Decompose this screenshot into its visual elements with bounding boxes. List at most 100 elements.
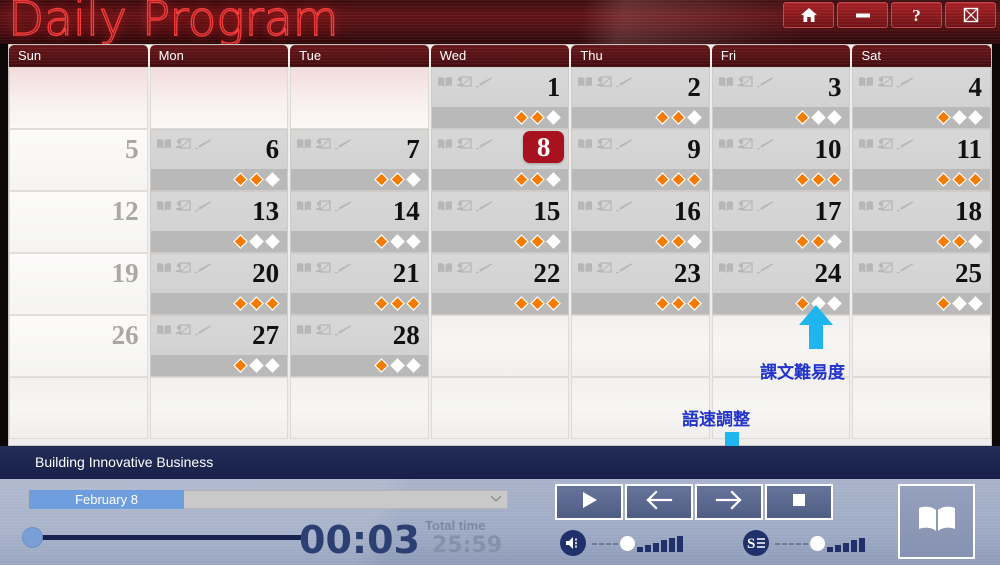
calendar-cell-2[interactable]: 2 [571,67,710,129]
presentation-icon [877,75,894,93]
slider-knob[interactable] [620,536,635,551]
calendar-day-number: 24 [814,258,842,288]
cell-icons [718,137,774,155]
diamond-filled [405,296,421,311]
play-button[interactable] [555,484,623,520]
diamond-empty [249,234,265,249]
diamond-filled [811,234,827,249]
calendar-cell-28[interactable]: 28 [290,315,429,377]
diamond-empty [546,110,562,125]
speed-text-icon[interactable]: S [743,530,769,556]
book-icon [437,75,453,93]
calendar-cell-22[interactable]: 22 [430,253,570,315]
calendar-cell-16[interactable]: 16 [571,191,710,253]
pencil-icon [194,261,212,279]
calendar-cell-3[interactable]: 3 [711,67,851,129]
calendar-cell-7[interactable]: 7 [290,129,429,191]
minimize-button[interactable] [837,2,888,28]
book-icon [437,261,453,279]
seek-knob[interactable] [22,527,43,548]
presentation-icon [596,75,612,93]
stop-icon [790,491,808,514]
close-button[interactable] [945,2,996,28]
book-icon [577,75,593,93]
calendar-cell-4[interactable]: 4 [852,67,991,129]
diamond-filled [373,172,389,187]
slider-knob[interactable] [810,536,825,551]
volume-icon[interactable] [560,530,586,556]
seek-track[interactable] [40,535,305,540]
difficulty-diamonds [233,172,281,187]
slider-dash [592,543,597,545]
calendar-week-row: 12 13 14 15 16 17 18 [9,191,991,253]
cell-icons [858,199,914,217]
pencil-icon [334,199,352,217]
calendar-cell-6[interactable]: 6 [149,129,289,191]
presentation-icon [877,199,894,217]
calendar-cell-14[interactable]: 14 [290,191,429,253]
calendar-cell-empty [149,377,289,439]
diamond-filled [233,358,249,373]
presentation-icon [737,199,753,217]
diamond-filled [514,296,530,311]
stop-button[interactable] [765,484,833,520]
presentation-icon [737,261,753,279]
pencil-icon [615,261,633,279]
calendar-day-number: 2 [687,72,701,102]
diamond-empty [249,358,265,373]
calendar-cell-18[interactable]: 18 [852,191,991,253]
diamond-filled [233,234,249,249]
home-button[interactable] [783,2,834,28]
calendar-cell-12[interactable]: 12 [9,191,148,253]
calendar-day-number: 27 [252,320,280,350]
diamond-empty [811,110,827,125]
cell-icons [858,75,914,93]
book-icon [858,261,874,279]
speed-slider[interactable] [775,534,867,552]
calendar: Sun Mon Tue Wed Thu Fri Sat 1 2 3 4 5 6 7 8 9 10 11 12 13 1… [8,44,992,446]
help-button[interactable]: ? [891,2,942,28]
calendar-week-row [9,377,991,439]
cell-icons [577,137,633,155]
next-button[interactable] [695,484,763,520]
calendar-cell-10[interactable]: 10 [711,129,851,191]
diamond-filled [655,234,670,249]
diamond-empty [405,358,421,373]
calendar-cell-1[interactable]: 1 [430,67,570,129]
lesson-select[interactable]: February 8 [28,490,508,509]
calendar-cell-13[interactable]: 13 [149,191,289,253]
calendar-cell-25[interactable]: 25 [852,253,991,315]
previous-button[interactable] [625,484,693,520]
book-button[interactable] [898,484,975,559]
calendar-cell-21[interactable]: 21 [290,253,429,315]
pencil-icon [475,137,493,155]
calendar-cell-20[interactable]: 20 [149,253,289,315]
calendar-day-header-wed: Wed [431,45,570,67]
track-title-bar: Building Innovative Business [0,446,1000,479]
volume-slider[interactable] [592,534,685,552]
calendar-cell-empty [571,315,710,377]
diamond-filled [249,172,265,187]
difficulty-diamonds [514,110,562,125]
calendar-cell-8[interactable]: 8 [430,129,570,191]
cell-icons [156,137,212,155]
calendar-cell-11[interactable]: 11 [852,129,991,191]
diamond-empty [389,358,405,373]
calendar-cell-19[interactable]: 19 [9,253,148,315]
calendar-cell-15[interactable]: 15 [430,191,570,253]
pencil-icon [475,199,493,217]
presentation-icon [315,199,331,217]
cell-icons [437,137,493,155]
difficulty-diamonds [795,110,843,125]
calendar-cell-5[interactable]: 5 [9,129,148,191]
diamond-empty [968,110,983,125]
seek-area: 00:03 Total time 25:59 [0,516,530,561]
calendar-cell-23[interactable]: 23 [571,253,710,315]
slider-bar [843,542,849,552]
pencil-icon [756,199,774,217]
calendar-cell-9[interactable]: 9 [571,129,710,191]
book-icon [916,504,958,539]
calendar-cell-27[interactable]: 27 [149,315,289,377]
calendar-cell-26[interactable]: 26 [9,315,148,377]
calendar-cell-17[interactable]: 17 [711,191,851,253]
